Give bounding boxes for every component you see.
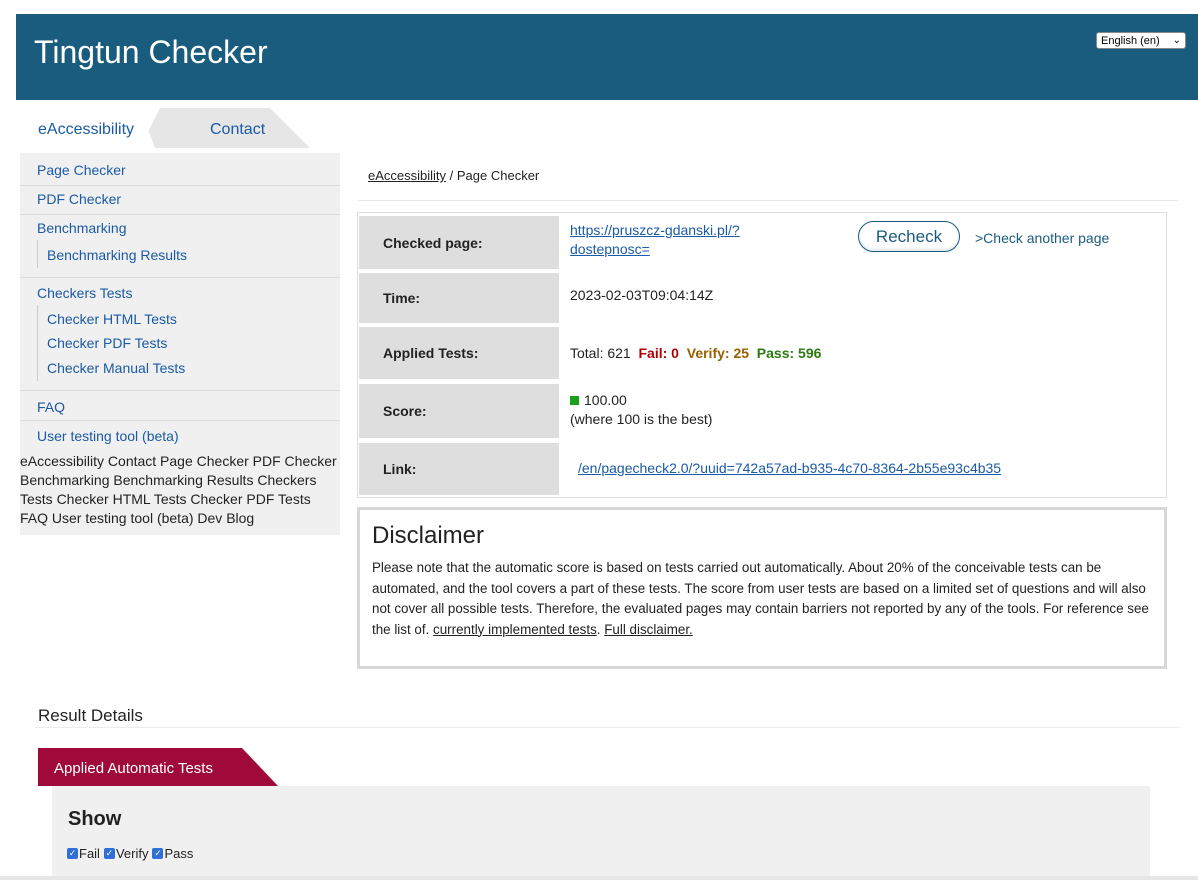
sidebar-item-checker-manual-tests[interactable]: Checker Manual Tests xyxy=(47,360,185,376)
fail-count: Fail: 0 xyxy=(638,345,679,361)
app-title: Tingtun Checker xyxy=(34,34,268,70)
filter-pass[interactable]: ✓ Pass xyxy=(152,846,193,861)
tree-line xyxy=(37,305,38,381)
sidebar: Page Checker PDF Checker Benchmarking Be… xyxy=(20,153,340,535)
tree-line xyxy=(37,240,38,268)
recheck-button[interactable]: Recheck xyxy=(858,221,960,252)
checked-page-link[interactable]: https://pruszcz-gdanski.pl/? dostepnosc= xyxy=(570,222,740,257)
sidebar-item-benchmarking[interactable]: Benchmarking xyxy=(37,220,127,236)
tab-contact-label: Contact xyxy=(210,121,266,138)
link-label: Link: xyxy=(359,443,559,495)
language-select[interactable]: English (en) ⌄ xyxy=(1096,32,1186,49)
sidebar-item-faq[interactable]: FAQ xyxy=(37,399,65,415)
checkbox-checked-icon[interactable]: ✓ xyxy=(152,848,164,859)
sidebar-text-fallback: eAccessibility Contact Page Checker PDF … xyxy=(20,453,337,526)
filter-fail-label: Fail xyxy=(79,846,100,861)
tab-applied-automatic-tests-label: Applied Automatic Tests xyxy=(54,760,213,777)
score-label: Score: xyxy=(359,384,559,438)
show-filter-panel: Show ✓ Fail ✓ Verify ✓ Pass xyxy=(52,786,1150,880)
checked-page-url: https://pruszcz-gdanski.pl/? dostepnosc= xyxy=(570,221,740,259)
total-count: Total: 621 xyxy=(570,345,631,361)
filter-verify[interactable]: ✓ Verify xyxy=(103,846,149,861)
breadcrumb-root-link[interactable]: eAccessibility xyxy=(368,168,446,183)
result-permalink[interactable]: /en/pagecheck2.0/?uuid=742a57ad-b935-4c7… xyxy=(578,460,1001,476)
time-label: Time: xyxy=(359,273,559,323)
breadcrumb-current: Page Checker xyxy=(456,168,540,183)
check-another-page-link[interactable]: >Check another page xyxy=(975,230,1109,246)
divider xyxy=(20,277,340,278)
applied-tests-label: Applied Tests: xyxy=(359,327,559,379)
filter-verify-label: Verify xyxy=(115,846,149,861)
sidebar-item-page-checker[interactable]: Page Checker xyxy=(37,162,126,178)
sidebar-item-checker-pdf-tests[interactable]: Checker PDF Tests xyxy=(47,335,167,351)
verify-count: Verify: 25 xyxy=(686,345,750,361)
sidebar-item-user-testing-tool[interactable]: User testing tool (beta) xyxy=(37,428,179,444)
result-details-heading: Result Details xyxy=(38,706,143,725)
checkbox-checked-icon[interactable]: ✓ xyxy=(103,848,115,859)
top-tabs: Contact eAccessibility xyxy=(20,108,360,148)
time-value: 2023-02-03T09:04:14Z xyxy=(570,287,714,303)
filter-pass-label: Pass xyxy=(164,846,194,861)
divider xyxy=(20,214,340,215)
implemented-tests-link[interactable]: currently implemented tests xyxy=(433,622,597,637)
disclaimer-title: Disclaimer xyxy=(372,522,485,549)
divider xyxy=(0,876,1198,880)
show-heading: Show xyxy=(68,808,122,830)
language-value: English (en) xyxy=(1101,34,1160,47)
divider xyxy=(20,420,340,421)
disclaimer-text: Please note that the automatic score is … xyxy=(372,560,1149,637)
applied-tests-value: Total: 621 Fail: 0 Verify: 25 Pass: 596 xyxy=(570,345,821,361)
result-filters: ✓ Fail ✓ Verify ✓ Pass xyxy=(67,846,193,861)
divider xyxy=(358,200,1178,201)
breadcrumb-separator: / xyxy=(446,168,457,183)
score-value: 100.00 xyxy=(584,392,627,408)
checkbox-checked-icon[interactable]: ✓ xyxy=(67,848,78,859)
filter-fail[interactable]: ✓ Fail xyxy=(67,846,100,861)
full-disclaimer-link[interactable]: Full disclaimer. xyxy=(604,622,693,637)
sidebar-item-pdf-checker[interactable]: PDF Checker xyxy=(37,191,121,207)
divider xyxy=(20,390,340,391)
checked-page-label: Checked page: xyxy=(359,216,559,269)
tab-eaccessibility[interactable]: eAccessibility xyxy=(20,108,168,148)
pass-count: Pass: 596 xyxy=(756,345,822,361)
sidebar-item-checker-html-tests[interactable]: Checker HTML Tests xyxy=(47,311,177,327)
tab-applied-automatic-tests[interactable]: Applied Automatic Tests xyxy=(38,748,278,786)
score-value-block: 100.00 (where 100 is the best) xyxy=(570,391,712,429)
chevron-down-icon: ⌄ xyxy=(1172,35,1181,46)
divider xyxy=(36,727,1180,728)
score-status-icon xyxy=(570,396,579,405)
divider xyxy=(20,185,340,186)
disclaimer-box: Disclaimer Please note that the automati… xyxy=(357,507,1167,669)
breadcrumb: eAccessibility / Page Checker xyxy=(368,168,539,183)
tab-eaccessibility-label: eAccessibility xyxy=(38,121,135,138)
sidebar-item-benchmarking-results[interactable]: Benchmarking Results xyxy=(47,247,187,263)
sidebar-item-checkers-tests[interactable]: Checkers Tests xyxy=(37,285,132,301)
score-note: (where 100 is the best) xyxy=(570,411,713,427)
site-header: Tingtun Checker English (en) ⌄ xyxy=(16,14,1198,100)
